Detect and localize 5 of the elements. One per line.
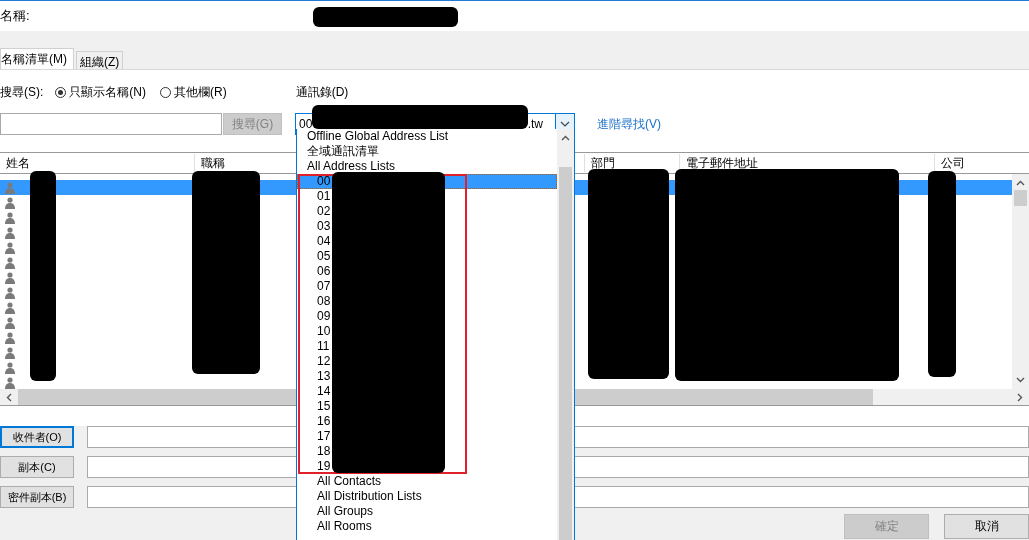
dialog-label: 名稱:: [0, 7, 30, 25]
radio-label: 只顯示名稱(N): [69, 83, 146, 101]
radio-label: 其他欄(R): [174, 83, 227, 101]
address-book-label: 通訊錄(D): [295, 83, 349, 101]
search-label: 搜尋(S):: [0, 83, 44, 101]
